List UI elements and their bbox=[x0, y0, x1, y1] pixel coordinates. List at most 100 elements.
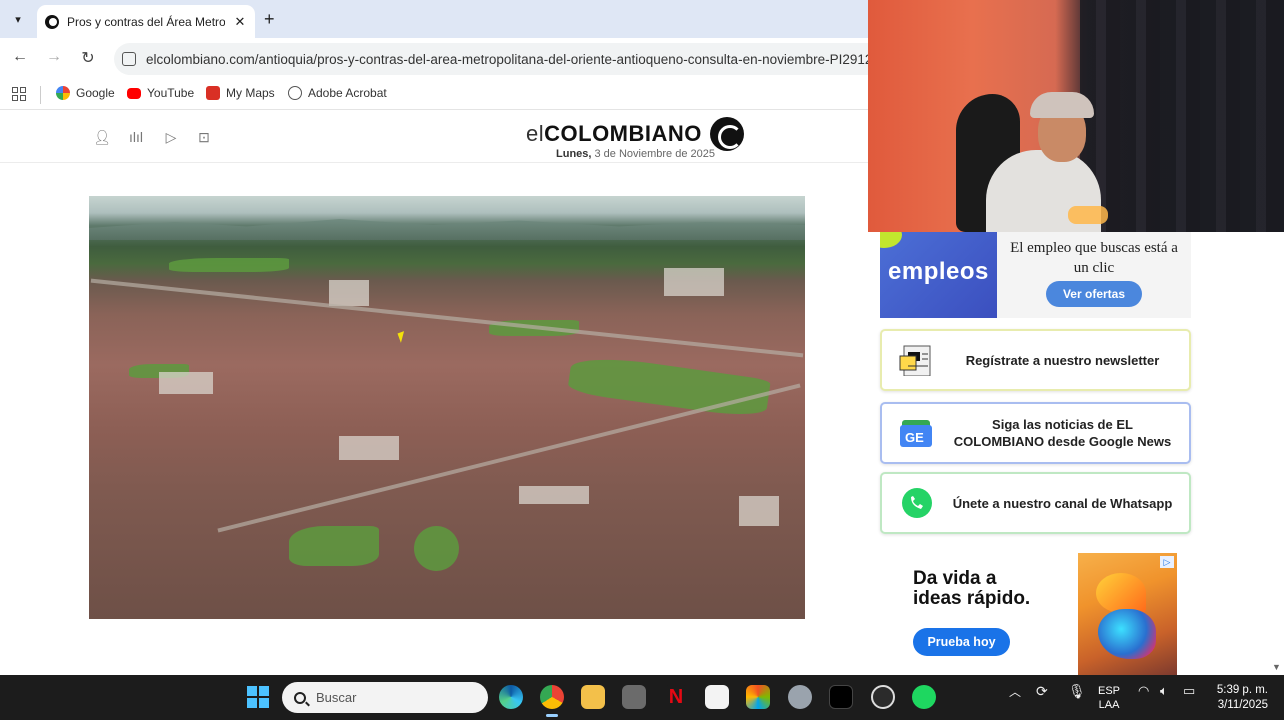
google-news-text: Siga las noticias de EL COLOMBIANO desde… bbox=[953, 417, 1172, 449]
apps-grid-icon[interactable] bbox=[12, 87, 26, 101]
logo-brand: COLOMBIANO bbox=[544, 121, 702, 146]
keyboard-layout: LAA bbox=[1098, 699, 1120, 711]
empleos-logo: empleos bbox=[880, 232, 997, 318]
clock-time: 5:39 p. m. bbox=[1216, 684, 1268, 696]
mouse-cursor-icon bbox=[397, 331, 408, 343]
bird-crest bbox=[1096, 573, 1146, 613]
photo-building bbox=[339, 436, 399, 460]
tab-search-button[interactable]: ▾ bbox=[6, 8, 30, 30]
ad-bird-image bbox=[1078, 553, 1177, 675]
bookmarks-divider bbox=[40, 86, 41, 104]
advertisement[interactable]: Da vida a ideas rápido. Prueba hoy ▷ bbox=[895, 553, 1177, 675]
app-icon[interactable] bbox=[871, 685, 895, 709]
whatsapp-icon bbox=[902, 488, 932, 518]
tray-overflow-icon[interactable]: ︿ bbox=[1009, 683, 1021, 700]
google-news-card[interactable]: GE Siga las noticias de EL COLOMBIANO de… bbox=[880, 402, 1191, 464]
svg-text:GE: GE bbox=[905, 430, 924, 445]
language-code: ESP bbox=[1098, 685, 1121, 697]
tiktok-icon[interactable] bbox=[829, 685, 853, 709]
photo-road bbox=[217, 383, 801, 533]
newsletter-card[interactable]: Regístrate a nuestro newsletter bbox=[880, 329, 1191, 391]
photo-field bbox=[289, 526, 379, 566]
photo-building bbox=[664, 268, 724, 296]
system-clock[interactable]: 5:39 p. m. 3/11/2025 bbox=[1208, 683, 1268, 713]
photo-roundabout bbox=[414, 526, 459, 571]
audio-wave-icon[interactable]: ılıl bbox=[127, 129, 145, 145]
bookmark-label: Adobe Acrobat bbox=[308, 86, 387, 100]
maps-pin-icon bbox=[206, 86, 220, 100]
bookmark-my-maps[interactable]: My Maps bbox=[206, 86, 275, 100]
app-m-icon[interactable] bbox=[622, 685, 646, 709]
photo-field bbox=[567, 352, 771, 420]
globe-icon bbox=[288, 86, 302, 100]
microphone-icon[interactable]: 🎙︎ bbox=[1068, 683, 1086, 700]
camera-icon[interactable]: ⊡ bbox=[195, 129, 213, 146]
promo-text: El empleo que buscas está a un clic bbox=[1010, 240, 1178, 276]
copilot-icon[interactable] bbox=[746, 685, 770, 709]
edge-icon[interactable] bbox=[499, 685, 523, 709]
bookmark-label: Google bbox=[76, 86, 115, 100]
bookmarks-bar: Google YouTube My Maps Adobe Acrobat bbox=[0, 80, 868, 110]
prueba-hoy-button[interactable]: Prueba hoy bbox=[913, 628, 1010, 656]
browser-tab[interactable]: Pros y contras del Área Metropolitana ✕ bbox=[37, 5, 255, 38]
ver-ofertas-button[interactable]: Ver ofertas bbox=[1046, 281, 1142, 307]
logo-prefix: el bbox=[526, 121, 545, 146]
youtube-icon bbox=[127, 87, 141, 99]
site-header: 👤︎ ılıl ▷ ⊡ elCOLOMBIANO Lunes, 3 de Nov… bbox=[0, 111, 868, 163]
language-indicator[interactable]: ESP LAA bbox=[1098, 684, 1120, 712]
play-icon[interactable]: ▷ bbox=[162, 129, 180, 146]
webcam-curtain bbox=[1080, 0, 1284, 232]
battery-icon[interactable]: ▭ bbox=[1183, 683, 1195, 699]
reload-icon[interactable]: ↻ bbox=[77, 48, 99, 68]
site-info-icon[interactable] bbox=[122, 52, 136, 66]
site-favicon-icon bbox=[45, 14, 59, 29]
windows-start-icon[interactable] bbox=[247, 686, 269, 708]
bookmark-youtube[interactable]: YouTube bbox=[127, 86, 194, 100]
date-rest: 3 de Noviembre de 2025 bbox=[591, 148, 715, 160]
bookmark-adobe-acrobat[interactable]: Adobe Acrobat bbox=[288, 86, 387, 100]
whatsapp-card[interactable]: Únete a nuestro canal de Whatsapp bbox=[880, 472, 1191, 534]
chrome-icon[interactable] bbox=[540, 685, 564, 709]
bookmark-label: YouTube bbox=[147, 86, 195, 100]
empleos-promo[interactable]: empleos El empleo que buscas está a un c… bbox=[880, 232, 1191, 318]
volume-icon[interactable]: 🔈︎ bbox=[1160, 683, 1168, 699]
clock-date: 3/11/2025 bbox=[1217, 699, 1268, 711]
google-icon bbox=[56, 86, 70, 100]
google-news-icon: GE bbox=[900, 420, 932, 447]
ad-choices-icon[interactable]: ▷ bbox=[1160, 556, 1174, 568]
netflix-icon[interactable]: N bbox=[664, 685, 688, 709]
forward-icon[interactable]: → bbox=[43, 48, 65, 66]
search-placeholder: Buscar bbox=[316, 690, 357, 705]
sync-icon[interactable]: ⟳ bbox=[1036, 683, 1048, 700]
url-text: elcolombiano.com/antioquia/pros-y-contra… bbox=[146, 51, 873, 67]
promo-decoration bbox=[880, 232, 902, 248]
bird-body bbox=[1098, 609, 1156, 659]
photo-building bbox=[519, 486, 589, 504]
address-bar[interactable]: elcolombiano.com/antioquia/pros-y-contra… bbox=[114, 43, 884, 75]
webcam-lamp bbox=[1068, 206, 1108, 224]
photo-building bbox=[159, 372, 213, 394]
photo-building bbox=[739, 496, 779, 526]
taskbar-search[interactable]: Buscar bbox=[282, 682, 488, 713]
photo-building bbox=[329, 280, 369, 306]
logo-mark-icon bbox=[709, 117, 744, 151]
scroll-down-icon[interactable]: ▼ bbox=[1272, 662, 1281, 672]
spotify-icon[interactable] bbox=[912, 685, 936, 709]
header-date: Lunes, 3 de Noviembre de 2025 bbox=[556, 148, 715, 160]
settings-gear-icon[interactable] bbox=[788, 685, 812, 709]
store-icon[interactable] bbox=[705, 685, 729, 709]
screen: ▾ Pros y contras del Área Metropolitana … bbox=[0, 0, 1284, 720]
user-icon[interactable]: 👤︎ bbox=[93, 129, 111, 146]
newsletter-text: Regístrate a nuestro newsletter bbox=[965, 352, 1160, 368]
site-logo[interactable]: elCOLOMBIANO bbox=[526, 117, 744, 151]
close-tab-icon[interactable]: ✕ bbox=[233, 14, 247, 30]
ad-headline-line: Da vida a bbox=[913, 568, 997, 589]
wifi-icon[interactable]: ◠ bbox=[1138, 683, 1149, 699]
tab-title: Pros y contras del Área Metropolitana bbox=[67, 14, 225, 29]
back-icon[interactable]: ← bbox=[9, 48, 31, 66]
windows-taskbar: Buscar N ︿ ⟳ 🎙︎ ESP LAA ◠ 🔈︎ ▭ 5:39 p. m… bbox=[0, 675, 1284, 720]
new-tab-button[interactable]: + bbox=[264, 9, 275, 30]
bookmark-google[interactable]: Google bbox=[56, 86, 115, 100]
promo-brand: empleos bbox=[888, 258, 989, 285]
file-explorer-icon[interactable] bbox=[581, 685, 605, 709]
